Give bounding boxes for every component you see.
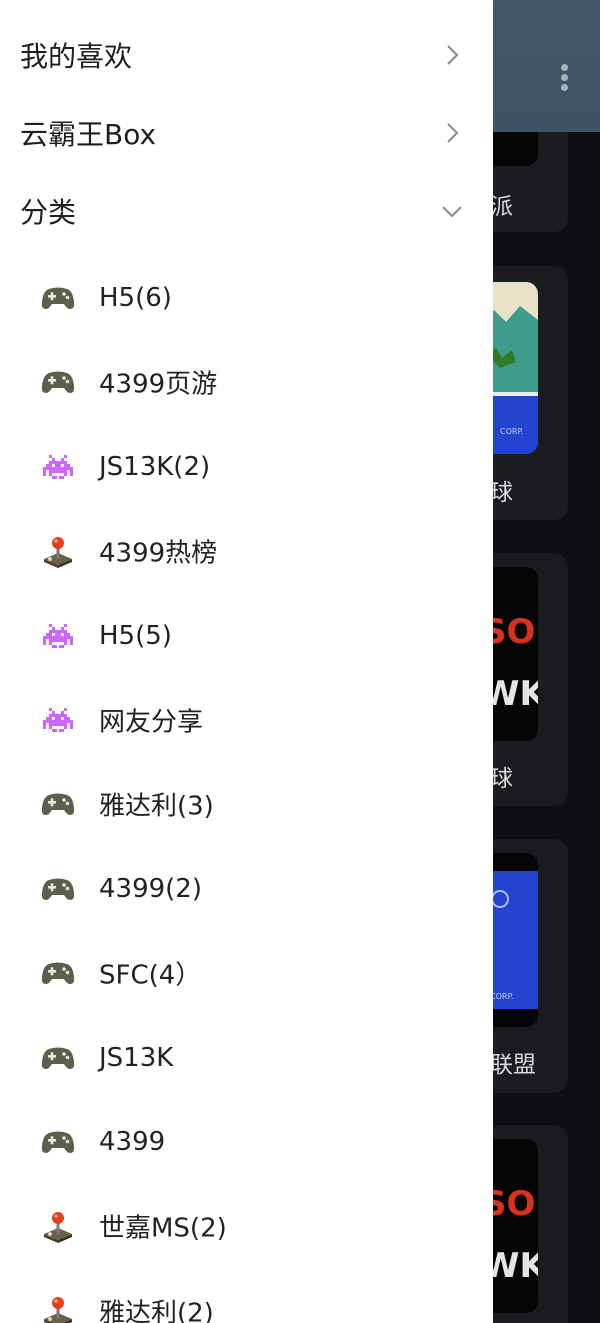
category-label: 4399热榜	[99, 538, 218, 569]
gamepad-icon	[40, 280, 76, 316]
category-label: 4399(2)	[99, 873, 202, 904]
category-item[interactable]: 网友分享	[0, 685, 493, 755]
category-item[interactable]: SFC(4）	[0, 938, 493, 1008]
gamepad-icon	[40, 786, 76, 822]
category-item[interactable]: H5(5)	[0, 601, 493, 671]
category-label: H5(5)	[99, 620, 172, 651]
drawer-section-label: 分类	[20, 196, 77, 229]
gamepad-icon	[40, 364, 76, 400]
gamepad-icon	[40, 871, 76, 907]
game-card-label: 球	[490, 766, 513, 792]
drawer-section-favorites[interactable]: 我的喜欢	[0, 20, 493, 90]
category-label: 雅达利(3)	[99, 791, 214, 822]
drawer-section-label: 我的喜欢	[20, 40, 133, 73]
category-label: 网友分享	[99, 707, 204, 738]
category-label: 4399	[99, 1127, 166, 1157]
category-item[interactable]: 雅达利(2)	[0, 1276, 493, 1323]
category-label: 雅达利(2)	[99, 1298, 214, 1323]
category-item[interactable]: 4399页游	[0, 347, 493, 417]
category-item[interactable]: 4399(2)	[0, 854, 493, 924]
drawer-section-label: 云霸王Box	[20, 118, 157, 151]
category-label: SFC(4）	[99, 960, 202, 991]
gamepad-icon	[40, 955, 76, 991]
joystick-icon	[40, 1208, 76, 1244]
category-label: JS13K	[99, 1042, 174, 1073]
category-item[interactable]: 4399	[0, 1107, 493, 1177]
space-invader-icon	[40, 449, 76, 485]
chevron-down-icon	[442, 206, 462, 218]
category-item[interactable]: 世嘉MS(2)	[0, 1191, 493, 1261]
category-item[interactable]: JS13K	[0, 1023, 493, 1093]
thumb-text: CORP.	[490, 992, 514, 1001]
gamepad-icon	[40, 1040, 76, 1076]
space-invader-icon	[40, 618, 76, 654]
category-label: 4399页游	[99, 369, 218, 400]
category-item[interactable]: JS13K(2)	[0, 432, 493, 502]
category-label: 世嘉MS(2)	[99, 1213, 227, 1244]
joystick-icon	[40, 533, 76, 569]
space-invader-icon	[40, 702, 76, 738]
game-card-label: 球	[490, 480, 513, 506]
navigation-drawer: 我的喜欢 云霸王Box 分类 H5(6) 4399页游 JS13K(2) 439…	[0, 0, 493, 1323]
gamepad-icon	[40, 1124, 76, 1160]
category-item[interactable]: 雅达利(3)	[0, 769, 493, 839]
more-vertical-icon[interactable]	[556, 64, 572, 98]
category-label: JS13K(2)	[99, 451, 211, 482]
joystick-icon	[40, 1293, 76, 1323]
category-label: H5(6)	[99, 283, 172, 313]
drawer-section-yunbawang-box[interactable]: 云霸王Box	[0, 98, 493, 168]
drawer-section-categories[interactable]: 分类	[0, 176, 493, 246]
thumb-text: CORP.	[500, 427, 524, 436]
chevron-right-icon	[447, 123, 459, 143]
category-item[interactable]: H5(6)	[0, 263, 493, 333]
game-card-label: 联盟	[490, 1052, 536, 1078]
category-item[interactable]: 4399热榜	[0, 516, 493, 586]
game-card-label: 派	[490, 194, 513, 220]
chevron-right-icon	[447, 45, 459, 65]
